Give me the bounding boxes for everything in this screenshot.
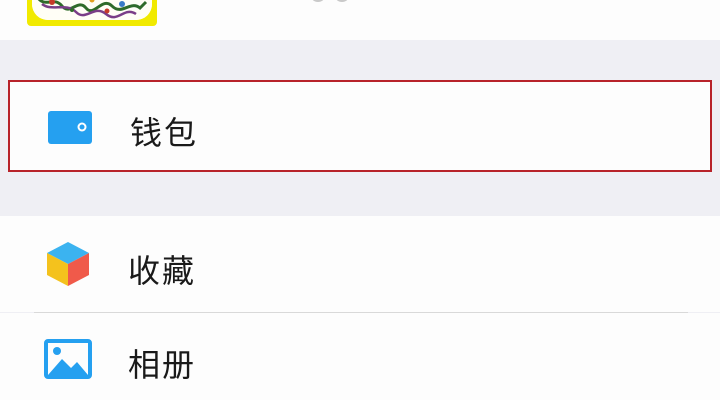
avatar-frame	[32, 0, 152, 20]
menu-item-label: 钱包	[130, 114, 199, 152]
menu-item-favorites[interactable]: 收藏	[0, 216, 720, 312]
menu-item-wallet[interactable]: 钱包	[8, 80, 712, 172]
me-page: 钱包 收藏 相册	[0, 0, 720, 400]
avatar[interactable]	[27, 0, 157, 26]
favorites-cube-icon	[44, 240, 92, 288]
menu-item-album[interactable]: 相册	[0, 313, 720, 400]
album-image-icon	[44, 335, 92, 383]
avatar-image	[32, 0, 152, 20]
profile-name-fragment	[312, 0, 348, 2]
profile-card[interactable]	[0, 0, 720, 40]
wallet-icon	[46, 102, 94, 150]
menu-item-label: 收藏	[128, 252, 197, 290]
menu-item-label: 相册	[128, 346, 197, 384]
